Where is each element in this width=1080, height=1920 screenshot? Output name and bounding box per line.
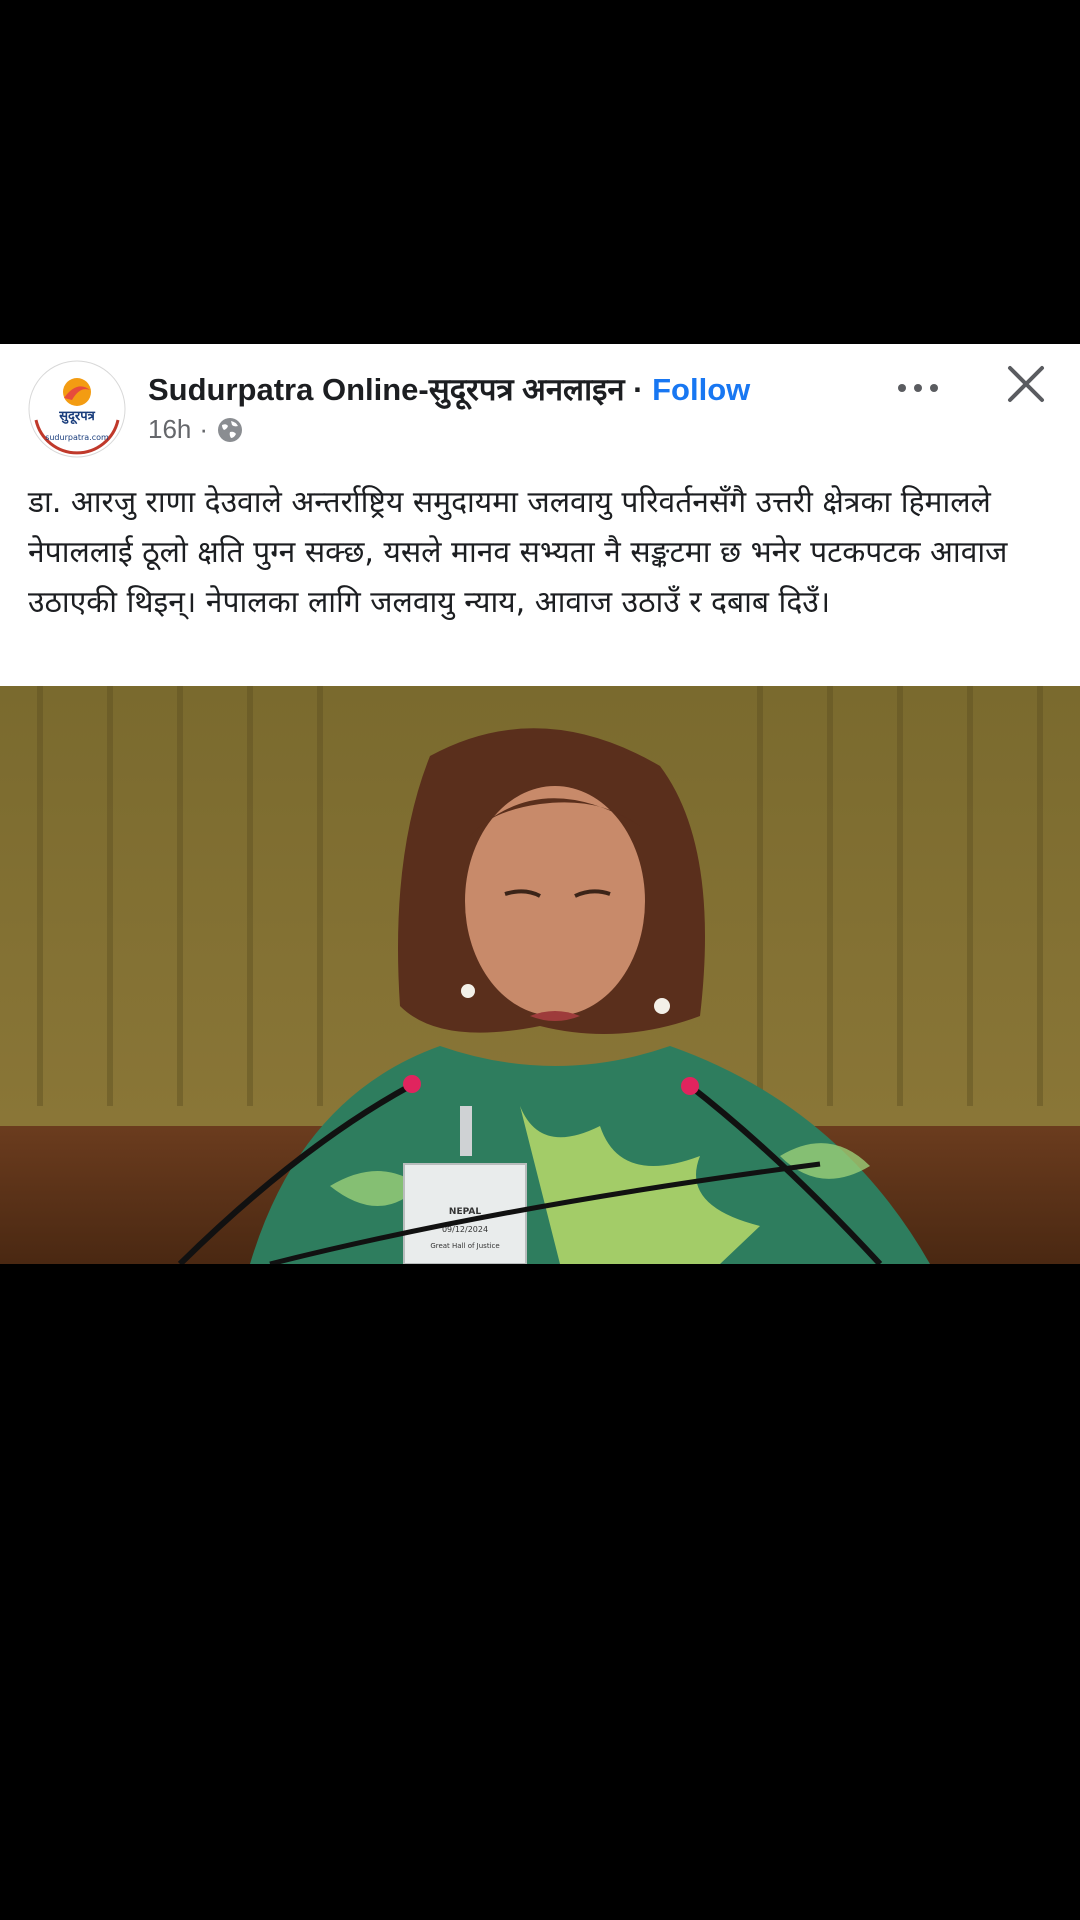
video-player[interactable]: NEPAL 09/12/2024 Great Hall of Justice [0, 686, 1080, 1264]
post-timestamp[interactable]: 16h [148, 414, 191, 445]
sudurpatra-logo: सुदूरपत्र sudurpatra.com [28, 360, 126, 458]
svg-text:sudurpatra.com: sudurpatra.com [45, 433, 109, 442]
header-separator: · [633, 372, 644, 407]
page-name-link[interactable]: Sudurpatra Online-सुदूरपत्र अनलाइन [148, 372, 625, 407]
post-meta: 16h · [148, 414, 244, 445]
meta-separator: · [199, 414, 209, 444]
follow-button[interactable]: Follow [652, 372, 750, 407]
page-avatar[interactable]: सुदूरपत्र sudurpatra.com [28, 360, 126, 458]
post-card: सुदूरपत्र sudurpatra.com Sudurpatra Onli… [0, 344, 1080, 686]
post-caption: डा. आरजु राणा देउवाले अन्तर्राष्ट्रिय सम… [28, 485, 1008, 620]
video-frame: NEPAL 09/12/2024 Great Hall of Justice [0, 686, 1080, 1264]
close-icon[interactable] [1006, 364, 1046, 404]
svg-text:सुदूरपत्र: सुदूरपत्र [58, 409, 95, 425]
globe-icon [218, 417, 243, 442]
svg-text:NEPAL: NEPAL [449, 1207, 481, 1217]
svg-text:Great Hall of Justice: Great Hall of Justice [430, 1242, 499, 1250]
post-header: Sudurpatra Online-सुदूरपत्र अनलाइन · Fol… [148, 368, 750, 410]
more-options-icon[interactable] [896, 380, 940, 396]
